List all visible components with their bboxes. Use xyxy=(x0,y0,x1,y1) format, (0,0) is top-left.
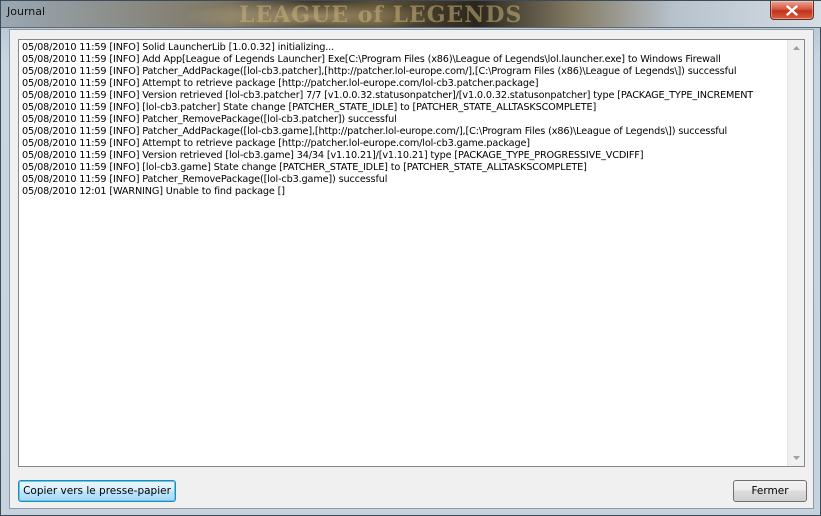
title-bar[interactable]: LEAGUE of LEGENDS Journal xyxy=(1,1,821,28)
copy-to-clipboard-button[interactable]: Copier vers le presse-papier xyxy=(18,480,176,502)
log-line: 05/08/2010 11:59 [INFO] Patcher_AddPacka… xyxy=(22,66,737,77)
log-line: 05/08/2010 11:59 [INFO] Attempt to retri… xyxy=(22,78,539,89)
log-line: 05/08/2010 12:01 [WARNING] Unable to fin… xyxy=(22,186,285,197)
vertical-scrollbar[interactable] xyxy=(787,40,804,466)
log-line: 05/08/2010 11:59 [INFO] Solid LauncherLi… xyxy=(22,42,335,53)
log-lines: 05/08/2010 11:59 [INFO] Solid LauncherLi… xyxy=(22,42,785,464)
window-close-button[interactable] xyxy=(770,1,814,20)
close-button[interactable]: Fermer xyxy=(733,480,807,502)
background-art-logo: LEAGUE of LEGENDS xyxy=(239,2,523,28)
close-icon xyxy=(786,4,798,16)
scroll-up-arrow-icon[interactable] xyxy=(788,40,804,56)
log-textbox[interactable]: 05/08/2010 11:59 [INFO] Solid LauncherLi… xyxy=(18,39,805,467)
log-line: 05/08/2010 11:59 [INFO] Attempt to retri… xyxy=(22,138,530,149)
log-line: 05/08/2010 11:59 [INFO] Patcher_RemovePa… xyxy=(22,114,397,125)
dialog-window: LEAGUE of LEGENDS Journal 05/08/2010 11:… xyxy=(0,0,821,516)
scroll-down-arrow-icon[interactable] xyxy=(788,450,804,466)
log-line: 05/08/2010 11:59 [INFO] Version retrieve… xyxy=(22,150,644,161)
log-line: 05/08/2010 11:59 [INFO] Version retrieve… xyxy=(22,90,754,101)
log-line: 05/08/2010 11:59 [INFO] Patcher_AddPacka… xyxy=(22,126,728,137)
dialog-client-area: 05/08/2010 11:59 [INFO] Solid LauncherLi… xyxy=(9,29,814,509)
window-title: Journal xyxy=(7,5,46,18)
log-line: 05/08/2010 11:59 [INFO] [lol-cb3.patcher… xyxy=(22,102,597,113)
log-line: 05/08/2010 11:59 [INFO] Add App[League o… xyxy=(22,54,721,65)
log-line: 05/08/2010 11:59 [INFO] [lol-cb3.game] S… xyxy=(22,162,587,173)
log-line: 05/08/2010 11:59 [INFO] Patcher_RemovePa… xyxy=(22,174,388,185)
